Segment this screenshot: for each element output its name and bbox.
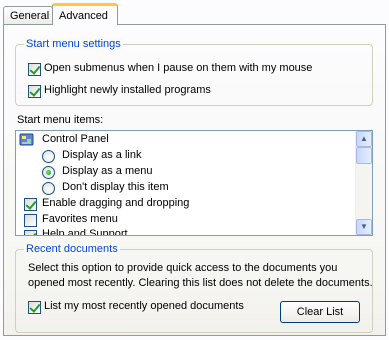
tab-general[interactable]: General [3,6,53,25]
display-as-menu-label: Display as a menu [62,165,153,177]
display-as-menu-radio[interactable] [42,166,55,179]
recent-documents-title: Recent documents [24,243,120,255]
highlight-programs-checkbox[interactable] [28,85,41,98]
tab-general-label: General [10,10,50,22]
help-support-checkbox[interactable] [24,230,37,235]
list-recent-documents-checkbox[interactable] [28,301,41,314]
chevron-up-icon: ▲ [360,134,368,143]
list-item-control-panel: Control Panel [42,133,109,145]
dont-display-label: Don't display this item [62,181,169,193]
enable-drag-drop-label: Enable dragging and dropping [42,197,190,209]
dont-display-radio[interactable] [42,182,55,195]
clear-list-label: Clear List [296,306,344,318]
display-as-link-radio[interactable] [42,150,55,163]
recent-documents-description-line1: Select this option to provide quick acce… [28,262,338,274]
list-scrollbar[interactable]: ▲ ▼ [355,131,372,235]
open-submenus-checkbox[interactable] [28,63,41,76]
favorites-menu-checkbox[interactable] [24,214,37,227]
highlight-programs-label: Highlight newly installed programs [44,84,211,96]
tab-advanced[interactable]: Advanced [52,3,118,25]
open-submenus-label: Open submenus when I pause on them with … [44,62,313,74]
chevron-down-icon: ▼ [360,222,368,231]
recent-documents-description-line2: opened most recently. Clearing this list… [28,277,373,289]
scroll-up-button[interactable]: ▲ [356,131,372,147]
start-menu-items-list[interactable]: Control Panel Display as a link Display … [15,130,373,236]
start-menu-settings-title: Start menu settings [24,38,123,50]
clear-list-button[interactable]: Clear List [280,301,360,323]
scroll-thumb[interactable] [356,147,372,164]
display-as-link-label: Display as a link [62,149,142,161]
control-panel-icon [19,133,34,146]
help-support-label: Help and Support [42,228,128,236]
tab-advanced-label: Advanced [59,10,108,22]
enable-drag-drop-checkbox[interactable] [24,198,37,211]
favorites-menu-label: Favorites menu [42,213,118,225]
scroll-down-button[interactable]: ▼ [356,219,372,235]
list-recent-documents-label: List my most recently opened documents [44,300,244,312]
start-menu-items-label: Start menu items: [17,114,104,126]
start-menu-settings-group [15,44,373,106]
